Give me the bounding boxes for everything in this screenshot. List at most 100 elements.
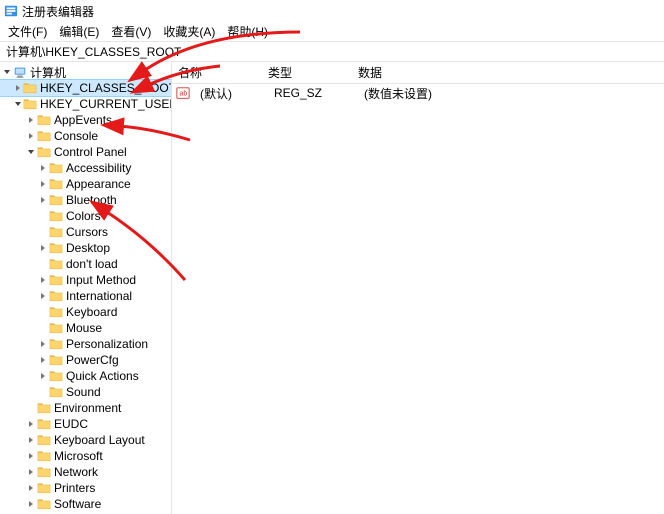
tree-item[interactable]: EUDC — [0, 416, 171, 432]
tree-item[interactable]: Printers — [0, 480, 171, 496]
tree-item[interactable]: AppEvents — [0, 112, 171, 128]
chevron-down-icon[interactable] — [26, 147, 36, 157]
tree-item-label: Sound — [66, 385, 101, 399]
tree-item[interactable]: 计算机 — [0, 64, 171, 80]
chevron-right-icon[interactable] — [38, 275, 48, 285]
folder-icon — [49, 257, 63, 271]
tree-item-label: Keyboard — [66, 305, 117, 319]
folder-icon — [49, 177, 63, 191]
menu-file[interactable]: 文件(F) — [2, 21, 53, 42]
folder-icon — [37, 465, 51, 479]
tree-item-label: 计算机 — [30, 64, 66, 81]
tree-item-label: Microsoft — [54, 449, 103, 463]
chevron-right-icon[interactable] — [26, 467, 36, 477]
tree-item[interactable]: Software — [0, 496, 171, 512]
chevron-right-icon[interactable] — [38, 195, 48, 205]
chevron-right-icon[interactable] — [38, 339, 48, 349]
window-title: 注册表编辑器 — [22, 3, 94, 20]
tree-item-label: Cursors — [66, 225, 108, 239]
chevron-down-icon[interactable] — [2, 67, 12, 77]
chevron-right-icon[interactable] — [14, 83, 22, 93]
folder-icon — [49, 161, 63, 175]
tree-item[interactable]: Personalization — [0, 336, 171, 352]
folder-icon — [49, 369, 63, 383]
tree-item-label: Software — [54, 497, 101, 511]
address-bar[interactable]: 计算机\HKEY_CLASSES_ROOT — [0, 42, 664, 62]
tree-item-label: HKEY_CLASSES_ROOT — [40, 81, 172, 95]
folder-icon — [37, 145, 51, 159]
folder-icon — [37, 417, 51, 431]
tree-item[interactable]: Quick Actions — [0, 368, 171, 384]
chevron-right-icon[interactable] — [38, 291, 48, 301]
tree-item-label: Console — [54, 129, 98, 143]
cell-type: REG_SZ — [268, 86, 358, 100]
computer-icon — [13, 65, 27, 79]
tree-item[interactable]: Bluetooth — [0, 192, 171, 208]
tree-pane[interactable]: 计算机HKEY_CLASSES_ROOTHKEY_CURRENT_USERApp… — [0, 62, 172, 514]
tree-item[interactable]: Desktop — [0, 240, 171, 256]
menubar: 文件(F) 编辑(E) 查看(V) 收藏夹(A) 帮助(H) — [0, 22, 664, 42]
tree-item[interactable]: Sound — [0, 384, 171, 400]
tree-item[interactable]: International — [0, 288, 171, 304]
tree-item[interactable]: Keyboard Layout — [0, 432, 171, 448]
col-header-type[interactable]: 类型 — [262, 64, 352, 81]
tree-item-label: Control Panel — [54, 145, 127, 159]
folder-icon — [49, 193, 63, 207]
chevron-right-icon[interactable] — [38, 163, 48, 173]
chevron-right-icon[interactable] — [26, 451, 36, 461]
chevron-down-icon[interactable] — [14, 99, 22, 109]
list-header: 名称 类型 数据 — [172, 62, 664, 84]
tree-item-label: Appearance — [66, 177, 131, 191]
chevron-right-icon[interactable] — [38, 243, 48, 253]
chevron-right-icon[interactable] — [26, 131, 36, 141]
chevron-right-icon[interactable] — [38, 355, 48, 365]
tree-item-label: Mouse — [66, 321, 102, 335]
cell-data: (数值未设置) — [358, 85, 664, 102]
tree-item[interactable]: Appearance — [0, 176, 171, 192]
col-header-name[interactable]: 名称 — [172, 64, 262, 81]
menu-edit[interactable]: 编辑(E) — [53, 21, 105, 42]
menu-help[interactable]: 帮助(H) — [221, 21, 274, 42]
chevron-right-icon[interactable] — [26, 115, 36, 125]
list-row[interactable]: ab(默认)REG_SZ(数值未设置) — [172, 84, 664, 102]
tree-item[interactable]: Colors — [0, 208, 171, 224]
menu-view[interactable]: 查看(V) — [105, 21, 157, 42]
list-pane[interactable]: 名称 类型 数据 ab(默认)REG_SZ(数值未设置) — [172, 62, 664, 514]
chevron-right-icon[interactable] — [26, 499, 36, 509]
menu-favorites[interactable]: 收藏夹(A) — [157, 21, 221, 42]
tree-item-label: EUDC — [54, 417, 88, 431]
folder-icon — [49, 209, 63, 223]
tree-item[interactable]: PowerCfg — [0, 352, 171, 368]
tree-item[interactable]: Network — [0, 464, 171, 480]
tree-item[interactable]: don't load — [0, 256, 171, 272]
tree-item[interactable]: Microsoft — [0, 448, 171, 464]
tree-item[interactable]: Mouse — [0, 320, 171, 336]
chevron-right-icon[interactable] — [26, 419, 36, 429]
chevron-right-icon[interactable] — [38, 179, 48, 189]
tree-item[interactable]: Keyboard — [0, 304, 171, 320]
tree-item[interactable]: HKEY_CLASSES_ROOT — [0, 80, 171, 96]
folder-icon — [37, 481, 51, 495]
folder-icon — [37, 113, 51, 127]
tree-item-label: AppEvents — [54, 113, 112, 127]
folder-icon — [49, 337, 63, 351]
folder-icon — [37, 129, 51, 143]
folder-icon — [37, 401, 51, 415]
col-header-data[interactable]: 数据 — [352, 64, 664, 81]
folder-icon — [49, 353, 63, 367]
tree-item[interactable]: Control Panel — [0, 144, 171, 160]
folder-icon — [37, 497, 51, 511]
tree-item[interactable]: Console — [0, 128, 171, 144]
chevron-right-icon[interactable] — [38, 371, 48, 381]
tree-item-label: Environment — [54, 401, 121, 415]
chevron-right-icon[interactable] — [26, 435, 36, 445]
tree-item-label: Desktop — [66, 241, 110, 255]
tree-item[interactable]: Environment — [0, 400, 171, 416]
title-bar: 注册表编辑器 — [0, 0, 664, 22]
tree-item[interactable]: Input Method — [0, 272, 171, 288]
address-path: 计算机\HKEY_CLASSES_ROOT — [6, 43, 181, 60]
chevron-right-icon[interactable] — [26, 483, 36, 493]
tree-item[interactable]: Cursors — [0, 224, 171, 240]
tree-item[interactable]: HKEY_CURRENT_USER — [0, 96, 171, 112]
tree-item[interactable]: Accessibility — [0, 160, 171, 176]
